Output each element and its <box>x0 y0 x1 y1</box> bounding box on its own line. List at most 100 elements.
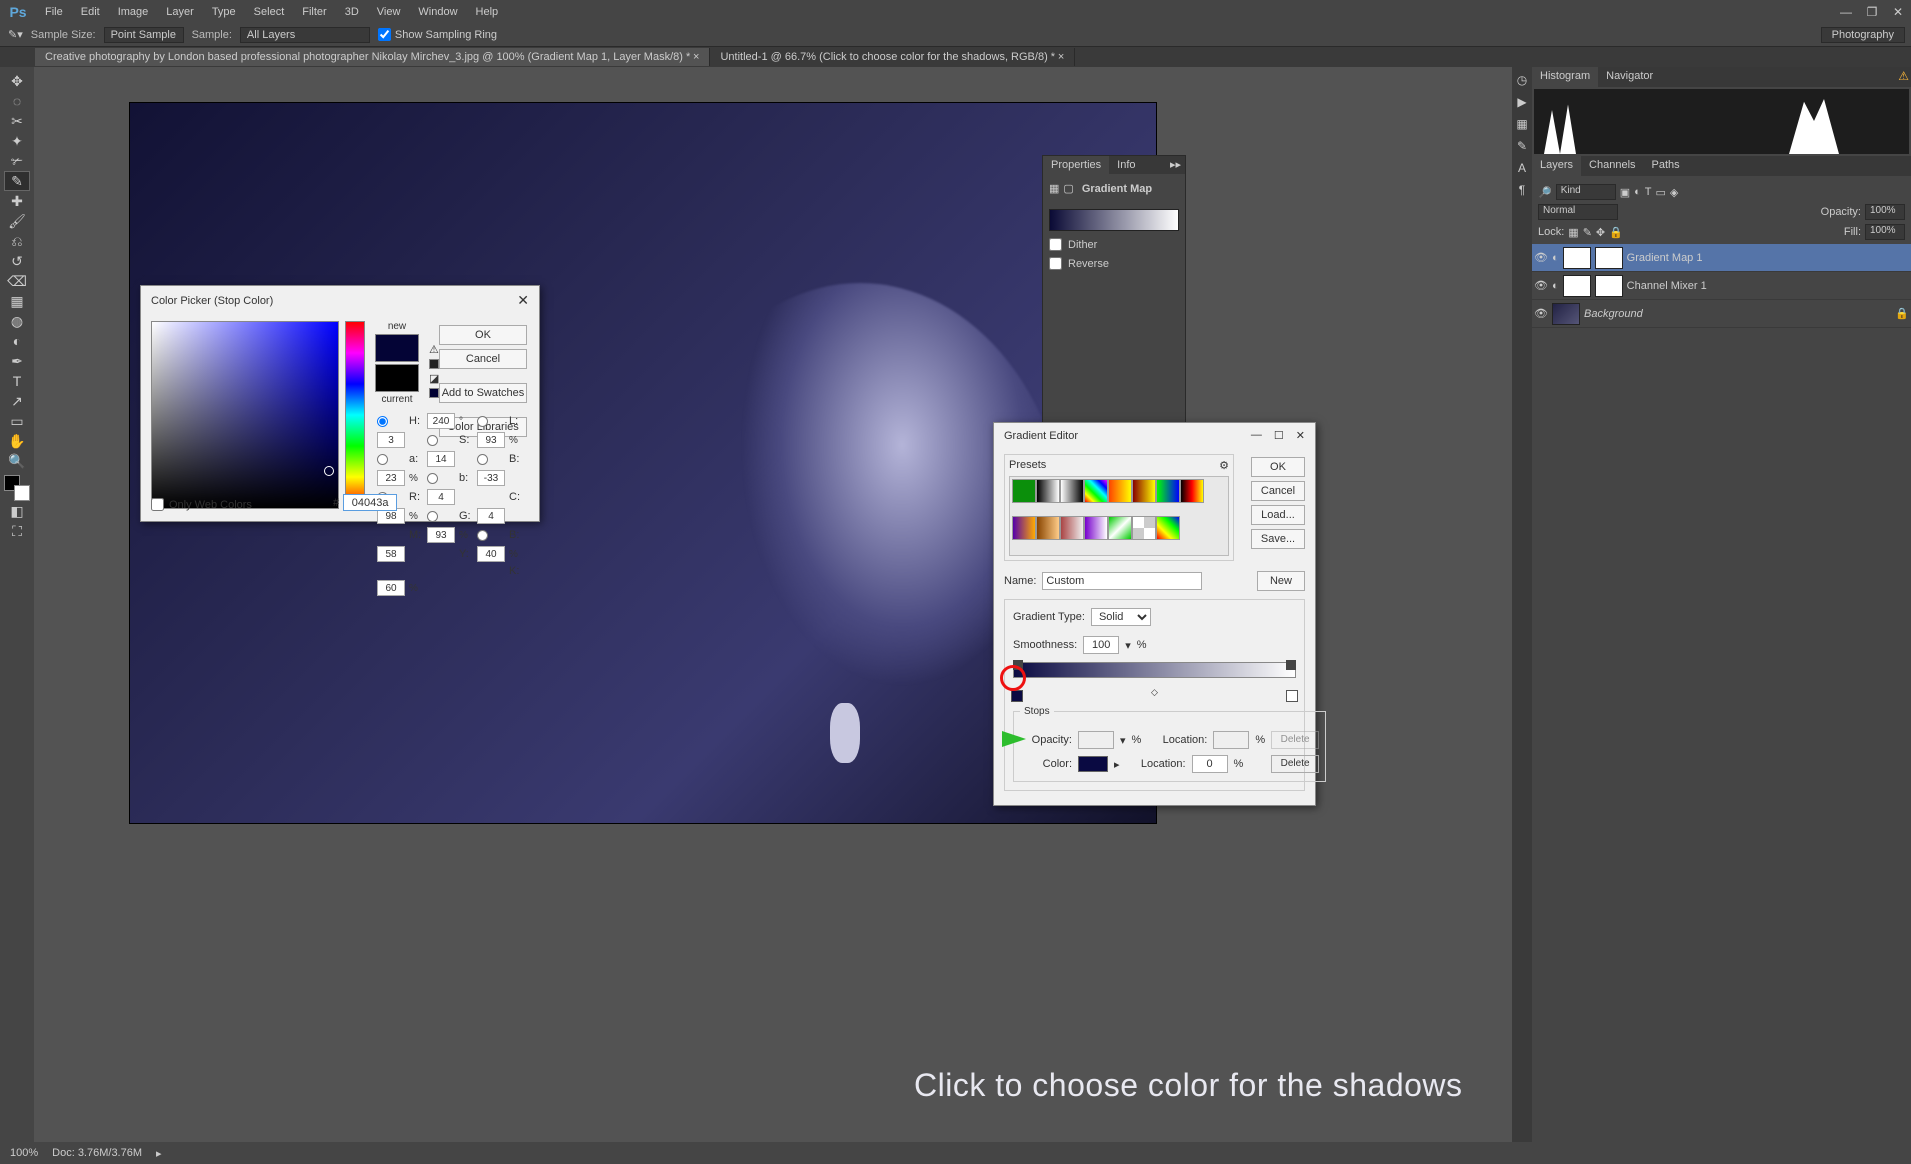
gamut-warning-icon[interactable]: ⚠ <box>429 343 439 356</box>
para-icon[interactable]: ¶ <box>1519 183 1525 197</box>
name-input[interactable] <box>1042 572 1202 590</box>
lock-pos-icon[interactable]: ✥ <box>1596 226 1605 239</box>
filter-type-icon[interactable]: T <box>1645 186 1652 198</box>
bv-input[interactable] <box>377 470 405 486</box>
tab-close-icon[interactable]: × <box>1058 51 1064 63</box>
layer-row-channel-mixer[interactable]: 👁 ◐ Channel Mixer 1 <box>1532 272 1911 300</box>
radio-g[interactable] <box>427 511 438 522</box>
restore-icon[interactable]: ❐ <box>1859 2 1885 22</box>
r-input[interactable] <box>427 489 455 505</box>
show-ring-check[interactable]: Show Sampling Ring <box>378 28 497 41</box>
eyedropper-tool[interactable]: ✎ <box>4 171 30 191</box>
close-icon[interactable]: ✕ <box>1885 2 1911 22</box>
h-input[interactable] <box>427 413 455 429</box>
play-icon[interactable]: ▶ <box>1517 95 1526 109</box>
zoom-tool[interactable]: 🔍 <box>4 451 30 471</box>
menu-filter[interactable]: Filter <box>293 2 335 22</box>
opacity-stop-right[interactable] <box>1286 660 1296 670</box>
layer-thumb[interactable] <box>1563 247 1591 269</box>
radio-l[interactable] <box>477 416 488 427</box>
swatches-icon[interactable]: ▦ <box>1516 117 1527 131</box>
y-input[interactable] <box>477 546 505 562</box>
dodge-tool[interactable]: ◐ <box>4 331 30 351</box>
history-brush-tool[interactable]: ↺ <box>4 251 30 271</box>
websafe-snap[interactable] <box>429 388 439 398</box>
filter-adj-icon[interactable]: ◐ <box>1634 186 1641 198</box>
opacity-stop-left[interactable] <box>1013 660 1023 670</box>
lock-all-icon[interactable]: 🔒 <box>1609 226 1623 239</box>
filter-img-icon[interactable]: ▣ <box>1620 186 1630 199</box>
hand-tool[interactable]: ✋ <box>4 431 30 451</box>
websafe-warning-icon[interactable]: ◪ <box>429 372 439 385</box>
menu-image[interactable]: Image <box>109 2 158 22</box>
smooth-drop-icon[interactable]: ▾ <box>1125 639 1131 652</box>
hex-input[interactable] <box>343 494 397 511</box>
color-stop-left[interactable] <box>1011 690 1023 702</box>
close-icon[interactable]: ✕ <box>517 292 529 309</box>
gradient-type-select[interactable]: Solid <box>1091 608 1151 626</box>
presets-menu-icon[interactable]: ⚙ <box>1219 459 1229 472</box>
load-button[interactable]: Load... <box>1251 505 1305 525</box>
color-stop-right[interactable] <box>1286 690 1298 702</box>
fg-bg-swatch[interactable] <box>4 475 30 501</box>
kind-filter[interactable]: Kind <box>1556 184 1616 200</box>
dither-check[interactable]: Dither <box>1043 235 1185 254</box>
type-tool[interactable]: T <box>4 371 30 391</box>
visibility-icon[interactable]: 👁 <box>1534 307 1548 320</box>
save-button[interactable]: Save... <box>1251 529 1305 549</box>
char-icon[interactable]: A <box>1518 161 1526 175</box>
blend-mode[interactable]: Normal <box>1538 204 1618 220</box>
menu-layer[interactable]: Layer <box>157 2 203 22</box>
opacity-value[interactable]: 100% <box>1865 204 1905 220</box>
gradient-editor-titlebar[interactable]: Gradient Editor — ☐ ✕ <box>994 423 1315 448</box>
only-web-colors[interactable]: Only Web Colors <box>151 498 252 511</box>
menu-edit[interactable]: Edit <box>72 2 109 22</box>
gamut-snap[interactable] <box>429 359 439 369</box>
gradient-preview[interactable] <box>1049 209 1179 231</box>
close-icon[interactable]: ✕ <box>1296 429 1305 442</box>
stop-color-loc-input[interactable] <box>1192 755 1228 773</box>
ok-button[interactable]: OK <box>439 325 527 345</box>
ok-button[interactable]: OK <box>1251 457 1305 477</box>
tab-info[interactable]: Info <box>1109 156 1143 174</box>
current-color-swatch[interactable] <box>375 364 419 392</box>
doc-tab-2[interactable]: Untitled-1 @ 66.7% (Click to choose colo… <box>710 48 1075 66</box>
tab-histogram[interactable]: Histogram <box>1532 67 1598 87</box>
l-input[interactable] <box>377 432 405 448</box>
delete-color-stop[interactable]: Delete <box>1271 755 1319 773</box>
menu-window[interactable]: Window <box>409 2 466 22</box>
k-input[interactable] <box>377 580 405 596</box>
layer-row-gradient-map[interactable]: 👁 ◐ Gradient Map 1 <box>1532 244 1911 272</box>
lasso-tool[interactable]: ✂ <box>4 111 30 131</box>
gradient-tool[interactable]: ▦ <box>4 291 30 311</box>
color-field[interactable] <box>151 321 339 509</box>
pen-tool[interactable]: ✒ <box>4 351 30 371</box>
screenmode-tool[interactable]: ⛶ <box>4 521 30 541</box>
history-icon[interactable]: ◷ <box>1517 73 1527 87</box>
quickmask-tool[interactable]: ◧ <box>4 501 30 521</box>
radio-bl2[interactable] <box>477 530 488 541</box>
eyedropper-icon[interactable]: ✎▾ <box>8 28 23 41</box>
layer-thumb[interactable] <box>1563 275 1591 297</box>
adj-link-icon[interactable]: ◐ <box>1552 280 1559 292</box>
sample-size-drop[interactable]: Point Sample <box>104 27 184 43</box>
a-input[interactable] <box>427 451 455 467</box>
sample-drop[interactable]: All Layers <box>240 27 370 43</box>
menu-file[interactable]: File <box>36 2 72 22</box>
doc-size[interactable]: Doc: 3.76M/3.76M <box>52 1147 142 1159</box>
new-button[interactable]: New <box>1257 571 1305 591</box>
doc-tab-1[interactable]: Creative photography by London based pro… <box>35 48 710 66</box>
stamp-tool[interactable]: ⎌ <box>4 231 30 251</box>
s-input[interactable] <box>477 432 505 448</box>
bl-input[interactable] <box>377 546 405 562</box>
radio-bl[interactable] <box>427 473 438 484</box>
brush-tool[interactable]: 🖌 <box>4 211 30 231</box>
preset-grid[interactable] <box>1009 476 1229 556</box>
tab-channels[interactable]: Channels <box>1581 156 1643 176</box>
reverse-check[interactable]: Reverse <box>1043 254 1185 273</box>
healing-tool[interactable]: ✚ <box>4 191 30 211</box>
marquee-tool[interactable]: ◌ <box>4 91 30 111</box>
tab-close-icon[interactable]: × <box>693 51 699 63</box>
tab-navigator[interactable]: Navigator <box>1598 67 1661 87</box>
shape-tool[interactable]: ▭ <box>4 411 30 431</box>
